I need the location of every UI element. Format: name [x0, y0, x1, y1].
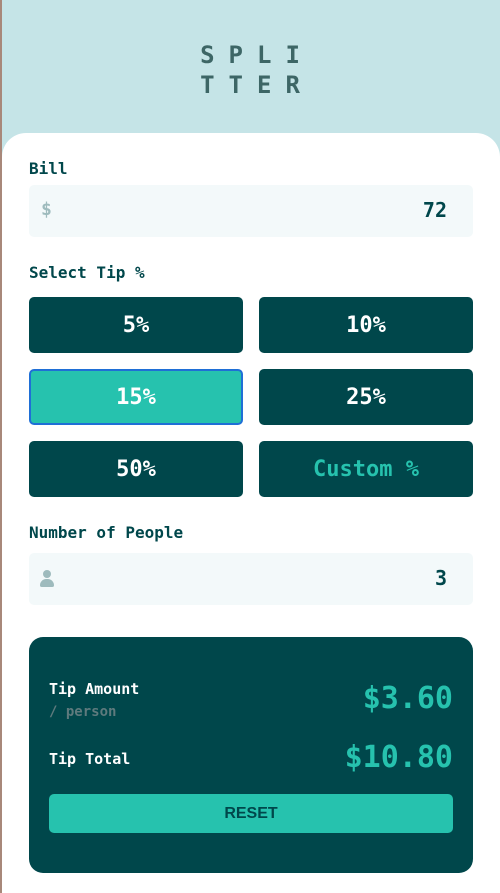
people-label: Number of People [29, 523, 184, 542]
logo: SPLI TTER [0, 40, 500, 100]
bill-label: Bill [29, 159, 68, 178]
bill-value: 72 [422, 198, 447, 222]
people-input[interactable]: 3 [29, 553, 473, 605]
bill-input[interactable]: $ 72 [29, 185, 473, 237]
per-person-label: / person [49, 704, 117, 720]
tip-button-25[interactable]: 25% [259, 369, 473, 425]
tip-amount-label: Tip Amount [49, 680, 140, 698]
person-icon [40, 570, 54, 588]
logo-line-1: SPLI [200, 41, 314, 69]
tip-amount-value: $3.60 [362, 681, 453, 716]
tip-total-value: $10.80 [344, 740, 453, 775]
tip-button-5[interactable]: 5% [29, 297, 243, 353]
dollar-icon: $ [41, 199, 52, 220]
people-value: 3 [434, 566, 447, 590]
tip-button-50[interactable]: 50% [29, 441, 243, 497]
select-tip-label: Select Tip % [29, 263, 145, 282]
custom-tip-input[interactable]: Custom % [259, 441, 473, 497]
tip-button-10[interactable]: 10% [259, 297, 473, 353]
result-panel: Tip Amount / person $3.60 Tip Total $10.… [29, 637, 473, 873]
tip-total-label: Tip Total [49, 750, 131, 768]
reset-button[interactable]: RESET [49, 794, 453, 833]
calculator-card: Bill $ 72 Select Tip % 5% 10% 15% 25% 50… [2, 133, 500, 893]
logo-line-2: TTER [200, 71, 314, 99]
tip-button-15[interactable]: 15% [29, 369, 243, 425]
